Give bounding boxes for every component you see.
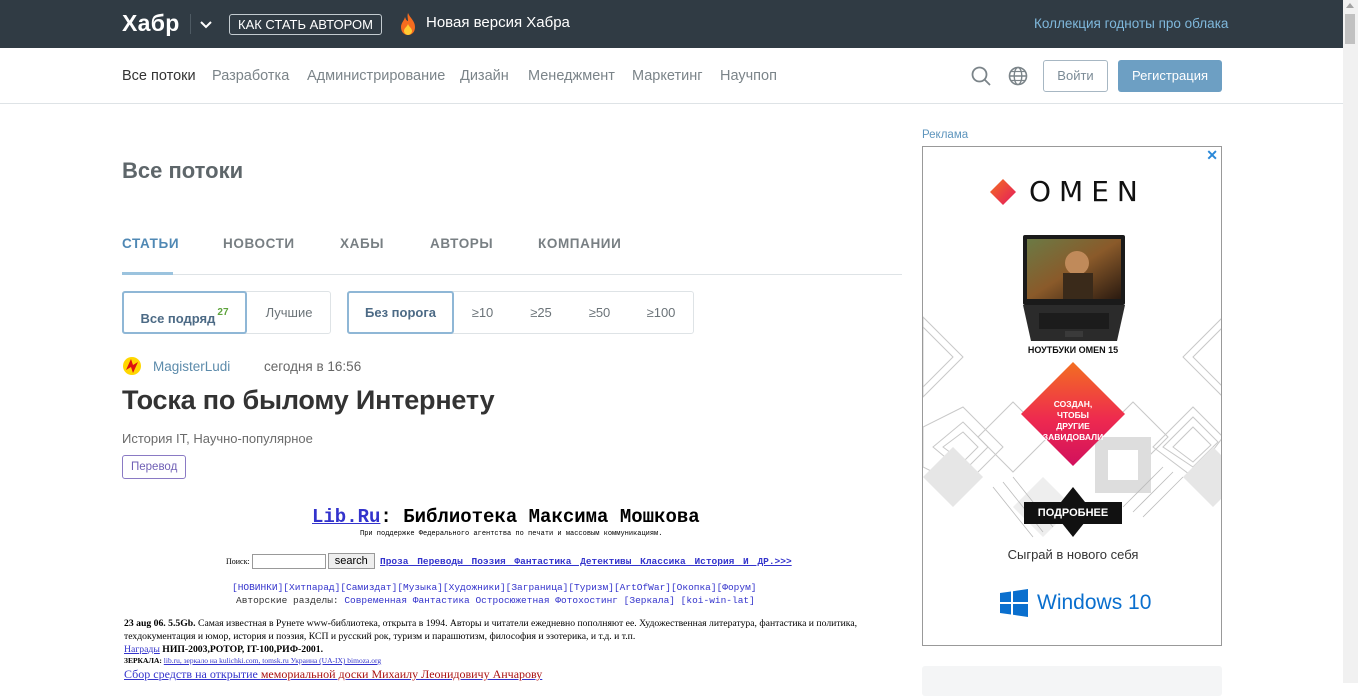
tab-news[interactable]: НОВОСТИ: [223, 236, 295, 251]
close-icon[interactable]: ✕: [1206, 147, 1218, 164]
nav-design[interactable]: Дизайн: [460, 68, 509, 84]
libru-search-input: [251, 553, 326, 569]
libru-fund-text: Сбор средств на открытие: [124, 667, 261, 681]
windows-logo: Windows 10: [1000, 589, 1151, 617]
filter-all-label: Все подряд: [140, 311, 216, 326]
libru-description: 23 aug 06. 5.5Gb. Самая известная в Руне…: [124, 617, 884, 656]
libru-desc-text: Самая известная в Рунете www-библиотека,…: [124, 618, 858, 642]
libru-sections-label: Авторские разделы:: [236, 595, 339, 606]
active-tab-indicator: [122, 272, 173, 275]
post-author[interactable]: MagisterLudi: [153, 359, 230, 374]
filter-10-button[interactable]: ≥10: [454, 291, 511, 334]
main-nav: Все потоки Разработка Администрирование …: [0, 48, 1343, 104]
logo-divider: [190, 14, 191, 34]
ad-slogan: Сыграй в нового себя: [1007, 547, 1139, 562]
libru-categories: Проза Переводы Поэзия Фантастика Детекти…: [380, 556, 792, 567]
content-tabs: СТАТЬИ НОВОСТИ ХАБЫ АВТОРЫ КОМПАНИИ: [122, 236, 902, 275]
sort-filter-group: Все подряд 27 Лучшие: [122, 291, 331, 334]
libru-categories-2: [НОВИНКИ][Хитпарад][Самиздат][Музыка][Ху…: [232, 582, 757, 593]
habr-logo[interactable]: Хабр: [122, 10, 180, 37]
filter-25-button[interactable]: ≥25: [511, 291, 571, 334]
libru-awards-link: Награды: [124, 644, 160, 655]
libru-sections-links: Современная Фантастика Остросюжетная Фот…: [344, 595, 755, 606]
filter-no-threshold-button[interactable]: Без порога: [347, 291, 454, 334]
cloud-collection-link[interactable]: Коллекция годноты про облака: [1034, 16, 1228, 31]
libru-fundraising: Сбор средств на открытие мемориальной до…: [124, 667, 542, 682]
ad-label: Реклама: [922, 129, 969, 141]
nav-development[interactable]: Разработка: [212, 68, 289, 84]
scroll-thumb[interactable]: [1345, 14, 1355, 44]
filter-all-button[interactable]: Все подряд 27: [122, 291, 247, 334]
libru-mirrors-label: ЗЕРКАЛА:: [124, 656, 162, 665]
nav-management[interactable]: Менеджмент: [528, 68, 615, 84]
libru-mirrors-links: lib.ru, зеркало на kulichki.com, tomsk.r…: [163, 656, 382, 665]
windows-logo-icon: [1000, 589, 1028, 617]
filter-best-button[interactable]: Лучшие: [247, 291, 331, 334]
omen-logo: OMEN: [989, 175, 1146, 208]
translation-tag[interactable]: Перевод: [122, 455, 187, 479]
libru-awards: НИП-2003,РОТОР, IT-100,РИФ-2001.: [162, 644, 324, 655]
nav-popsci[interactable]: Научпоп: [720, 68, 777, 84]
page-scrollbar[interactable]: [1343, 0, 1358, 683]
windows-brand-word: Windows 10: [1037, 591, 1152, 614]
libru-fund-red: мемориальной доски Михаилу Леонидовичу А…: [260, 667, 543, 681]
nav-all-streams[interactable]: Все потоки: [122, 68, 196, 84]
post-hubs[interactable]: История IT, Научно-популярное: [122, 431, 313, 446]
page-title: Все потоки: [122, 158, 244, 183]
register-button[interactable]: Регистрация: [1118, 60, 1222, 92]
login-button[interactable]: Войти: [1043, 60, 1108, 92]
ad-diamond-text: СОЗДАН, ЧТОБЫ ДРУГИЕ ЗАВИДОВАЛИ: [1042, 399, 1104, 442]
how-to-become-author-button[interactable]: КАК СТАТЬ АВТОРОМ: [229, 14, 382, 35]
post-image-libru: Lib.Ru: Библиотека Максима Мошкова При п…: [122, 500, 902, 683]
new-count-badge: 27: [217, 307, 229, 318]
search-icon[interactable]: [970, 65, 992, 87]
libru-author-sections: Авторские разделы: Современная Фантастик…: [236, 595, 755, 606]
top-bar: Хабр КАК СТАТЬ АВТОРОМ Новая версия Хабр…: [0, 0, 1343, 48]
tab-hubs[interactable]: ХАБЫ: [340, 236, 384, 251]
nav-administration[interactable]: Администрирование: [307, 68, 445, 84]
rating-filter-group: Без порога ≥10 ≥25 ≥50 ≥100: [347, 291, 694, 334]
globe-icon[interactable]: [1007, 65, 1029, 87]
omen-logo-icon: [990, 178, 1016, 205]
tab-authors[interactable]: АВТОРЫ: [430, 236, 493, 251]
libru-search: Поиск: search: [226, 553, 375, 569]
libru-title-text: : Библиотека Максима Мошкова: [380, 506, 700, 528]
nav-marketing[interactable]: Маркетинг: [632, 68, 703, 84]
ad-more-button[interactable]: ПОДРОБНЕЕ: [1024, 502, 1122, 524]
new-version-link[interactable]: Новая версия Хабра: [426, 14, 570, 31]
chevron-down-icon[interactable]: [196, 14, 216, 34]
scroll-up-icon[interactable]: [1346, 3, 1354, 8]
filter-50-button[interactable]: ≥50: [571, 291, 628, 334]
tab-articles[interactable]: СТАТЬИ: [122, 236, 179, 251]
libru-search-button: search: [327, 553, 375, 569]
libru-search-label: Поиск:: [226, 556, 250, 566]
libru-title: Lib.Ru: Библиотека Максима Мошкова: [312, 506, 700, 528]
sidebar-next-card: [922, 666, 1222, 696]
libru-link: Lib.Ru: [312, 506, 381, 528]
omen-brand-word: OMEN: [1029, 175, 1146, 208]
libru-subtitle: При поддержке Федерального агентства по …: [360, 530, 663, 538]
avatar-icon[interactable]: [122, 356, 142, 376]
libru-mirrors: ЗЕРКАЛА: lib.ru, зеркало на kulichki.com…: [124, 656, 381, 665]
post-title[interactable]: Тоска по былому Интернету: [122, 385, 495, 416]
post-time: сегодня в 16:56: [264, 359, 362, 374]
filter-100-button[interactable]: ≥100: [628, 291, 694, 334]
fire-icon: [401, 13, 415, 35]
omen-ad-banner[interactable]: ✕ OMEN НОУТБУКИ OMEN 15 СОЗДАН, ЧТОБЫ ДР…: [922, 146, 1222, 646]
libru-date-size: 23 aug 06. 5.5Gb.: [124, 618, 196, 629]
tab-companies[interactable]: КОМПАНИИ: [538, 236, 621, 251]
